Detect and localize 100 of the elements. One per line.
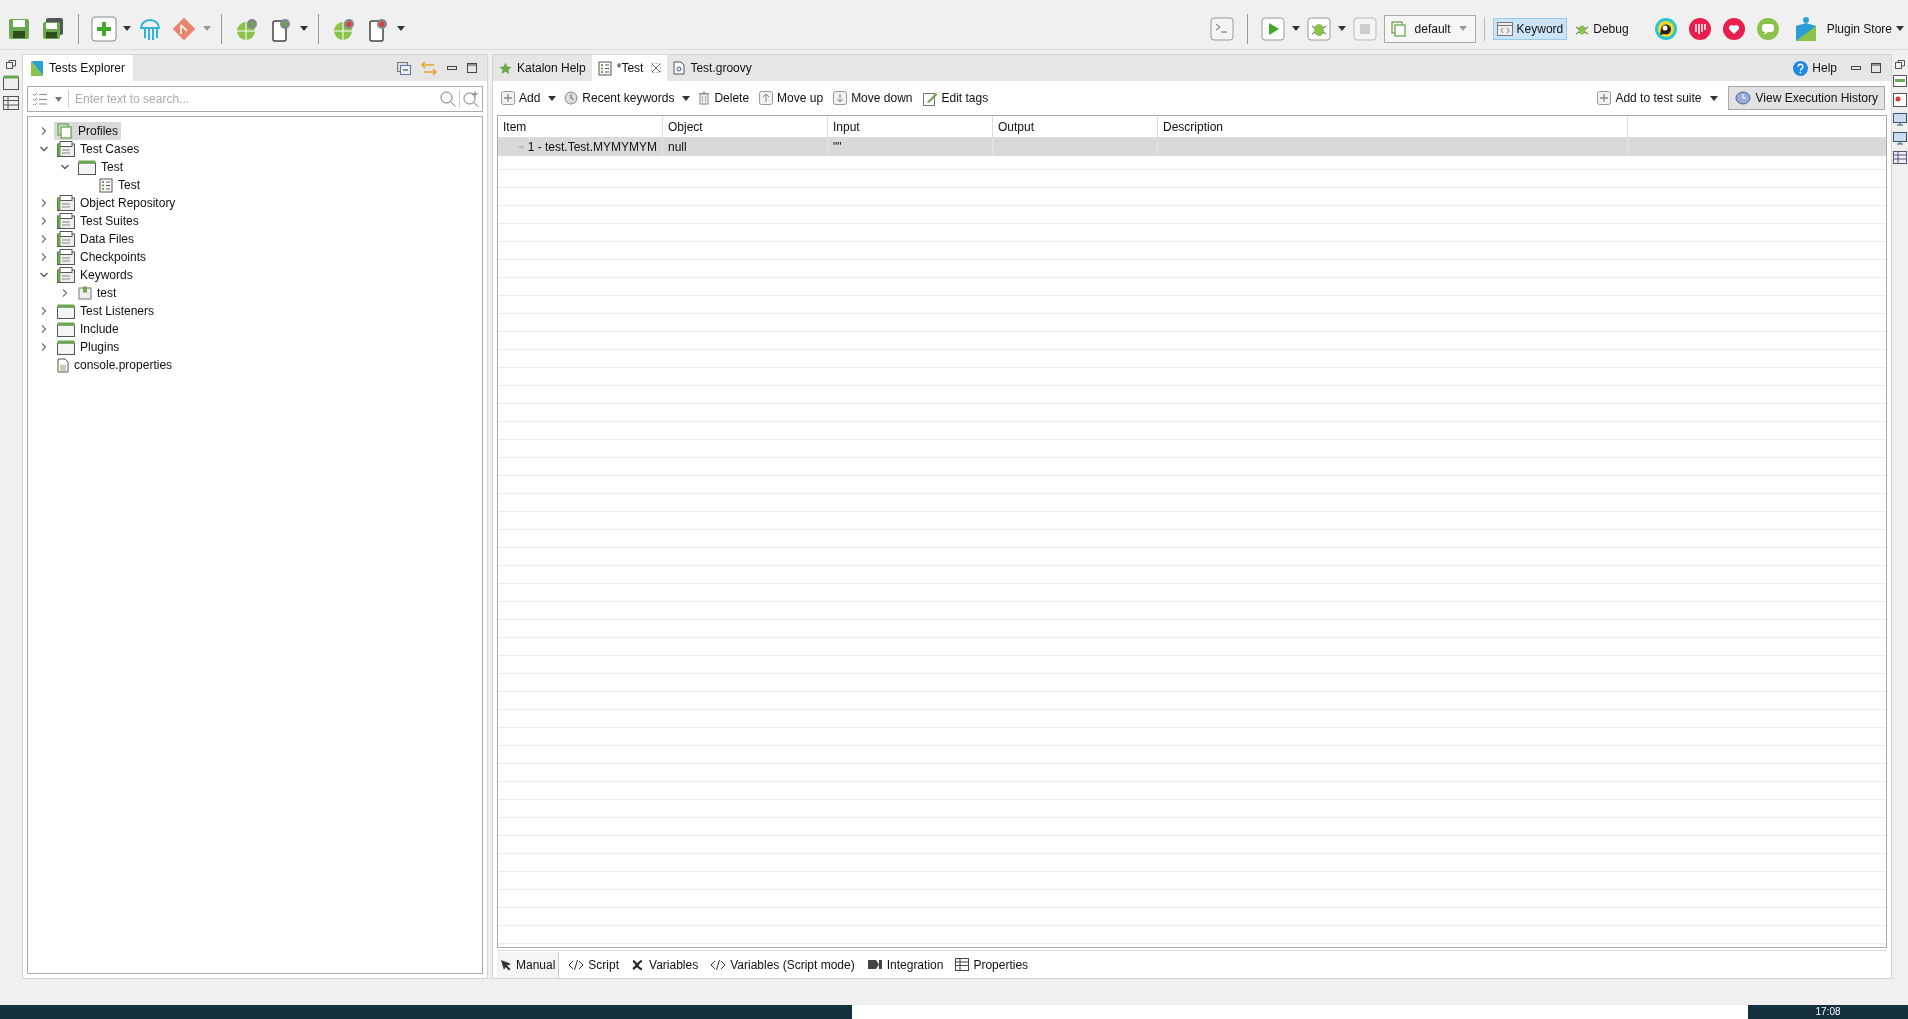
trash-icon bbox=[698, 91, 711, 105]
perspective-tab[interactable]: Keyword bbox=[1492, 17, 1568, 40]
tree-item[interactable]: Include bbox=[54, 320, 122, 338]
bottom-tab[interactable]: Script bbox=[565, 951, 623, 978]
folder-icon bbox=[57, 213, 75, 229]
collapse-all-icon[interactable] bbox=[397, 61, 411, 75]
table-icon[interactable] bbox=[3, 96, 19, 110]
tree-item[interactable]: Keywords bbox=[54, 266, 136, 284]
toolbar-action[interactable]: Move up bbox=[757, 87, 826, 109]
toolbar-action[interactable]: Recent keywords bbox=[562, 87, 677, 109]
view-history-button[interactable]: View Execution History bbox=[1727, 86, 1885, 110]
chevron-down-icon[interactable] bbox=[39, 144, 49, 154]
tree-item[interactable]: Data Files bbox=[54, 230, 138, 248]
code-icon bbox=[710, 958, 727, 971]
toolbar-action[interactable]: Move down bbox=[831, 87, 915, 109]
caret-icon[interactable] bbox=[1337, 26, 1346, 31]
table-row[interactable]: 1 - test.Test.MYMYMYM null "" bbox=[498, 138, 1886, 156]
katalon-logo-icon bbox=[31, 60, 43, 76]
folder-icon bbox=[57, 321, 75, 337]
tree-item[interactable]: Test Suites bbox=[54, 212, 142, 230]
caret-icon[interactable] bbox=[548, 95, 557, 101]
tree-item[interactable]: Profiles bbox=[54, 122, 121, 140]
search-bar[interactable]: Enter text to search... bbox=[27, 86, 483, 112]
folder-icon bbox=[57, 141, 75, 157]
column-header[interactable]: Object bbox=[663, 116, 828, 137]
bottom-tab[interactable]: Integration bbox=[863, 951, 947, 978]
help-button[interactable]: Help bbox=[1793, 59, 1837, 77]
tree-item[interactable]: Object Repository bbox=[54, 194, 179, 212]
monitor-icon[interactable] bbox=[1893, 113, 1907, 126]
column-header[interactable]: Output bbox=[993, 116, 1158, 137]
profiles-icon bbox=[1390, 20, 1407, 37]
column-header[interactable]: Description bbox=[1158, 116, 1628, 137]
folder-icon bbox=[57, 339, 75, 355]
bottom-tab[interactable]: Properties bbox=[952, 951, 1032, 978]
arrow-up-icon bbox=[759, 91, 774, 105]
tree-item[interactable]: test bbox=[75, 284, 120, 302]
editor-tab[interactable]: Katalon Help bbox=[493, 55, 592, 81]
close-icon[interactable] bbox=[651, 63, 662, 73]
profile-dropdown[interactable]: default bbox=[1383, 14, 1476, 43]
folder-icon bbox=[78, 159, 96, 175]
console-icon[interactable] bbox=[1893, 75, 1907, 87]
tree-item[interactable]: Test bbox=[96, 176, 143, 194]
editor-tab[interactable]: *Test bbox=[591, 55, 668, 81]
column-header[interactable]: Input bbox=[828, 116, 993, 137]
profiles-icon bbox=[57, 123, 73, 139]
caret-icon[interactable] bbox=[1896, 26, 1904, 31]
minimize-icon[interactable] bbox=[1851, 66, 1861, 70]
search-icon[interactable] bbox=[440, 91, 456, 107]
test-case-icon bbox=[99, 177, 113, 193]
table-icon[interactable] bbox=[1893, 151, 1907, 164]
keyword-arrow-icon bbox=[518, 143, 524, 151]
advanced-search-icon[interactable] bbox=[463, 91, 479, 107]
plugin-store-logo-icon bbox=[1794, 15, 1817, 42]
toolbar-action[interactable]: Delete bbox=[696, 87, 752, 109]
search-field[interactable]: Enter text to search... bbox=[75, 90, 440, 108]
table-cell-text: null bbox=[668, 139, 687, 156]
tree-item[interactable]: Test Listeners bbox=[54, 302, 158, 320]
restore-icon[interactable] bbox=[6, 60, 16, 69]
column-header[interactable]: Item bbox=[498, 116, 663, 137]
editor-tab[interactable]: Test.groovy bbox=[667, 55, 758, 81]
tree-item[interactable]: console.properties bbox=[54, 356, 176, 374]
restore-icon[interactable] bbox=[1895, 60, 1905, 69]
caret-icon[interactable] bbox=[300, 26, 308, 31]
cursor-icon bbox=[500, 958, 512, 971]
caret-icon[interactable] bbox=[682, 95, 691, 101]
panel-tab[interactable]: Tests Explorer bbox=[23, 55, 134, 81]
chevron-right-icon[interactable] bbox=[39, 126, 49, 136]
tree-item[interactable]: Test Cases bbox=[54, 140, 143, 158]
bottom-tab[interactable]: Variables (Script mode) bbox=[707, 951, 858, 978]
toolbar-action[interactable]: Add bbox=[499, 87, 543, 109]
folder-icon bbox=[57, 195, 75, 211]
bottom-tab[interactable]: Variables bbox=[628, 951, 702, 978]
perspective-tab[interactable]: Debug bbox=[1571, 17, 1633, 40]
maximize-icon[interactable] bbox=[467, 63, 477, 73]
bottom-tab[interactable]: Manual bbox=[497, 951, 560, 978]
table-cell-text: 1 - test.Test.MYMYMYM bbox=[527, 139, 657, 156]
report-icon[interactable] bbox=[1893, 93, 1907, 107]
chevron-right-icon[interactable] bbox=[60, 288, 70, 298]
folder-icon bbox=[57, 267, 75, 283]
caret-icon[interactable] bbox=[1291, 26, 1300, 31]
plugin-store-button[interactable]: Plugin Store bbox=[1794, 13, 1892, 44]
tree-item[interactable]: Test bbox=[75, 158, 126, 176]
caret-icon[interactable] bbox=[397, 26, 405, 31]
monitor-icon[interactable] bbox=[1893, 132, 1907, 145]
tree-item[interactable]: Plugins bbox=[54, 338, 123, 356]
folder-icon[interactable] bbox=[3, 75, 19, 90]
add-to-suite-button[interactable]: Add to test suite bbox=[1595, 87, 1704, 109]
chevron-down-icon[interactable] bbox=[39, 270, 49, 280]
caret-icon[interactable] bbox=[123, 26, 131, 31]
caret-icon[interactable] bbox=[1709, 95, 1718, 101]
code-icon bbox=[568, 958, 585, 971]
tree-item[interactable]: Checkpoints bbox=[54, 248, 150, 266]
maximize-icon[interactable] bbox=[1871, 63, 1881, 73]
question-icon bbox=[1793, 60, 1809, 76]
toolbar-action[interactable]: Edit tags bbox=[920, 87, 991, 109]
minimize-icon[interactable] bbox=[447, 66, 457, 70]
plus-icon bbox=[501, 91, 515, 105]
folder-icon bbox=[57, 249, 75, 265]
filter-list-icon[interactable] bbox=[33, 93, 47, 105]
chevron-down-icon[interactable] bbox=[60, 162, 70, 172]
